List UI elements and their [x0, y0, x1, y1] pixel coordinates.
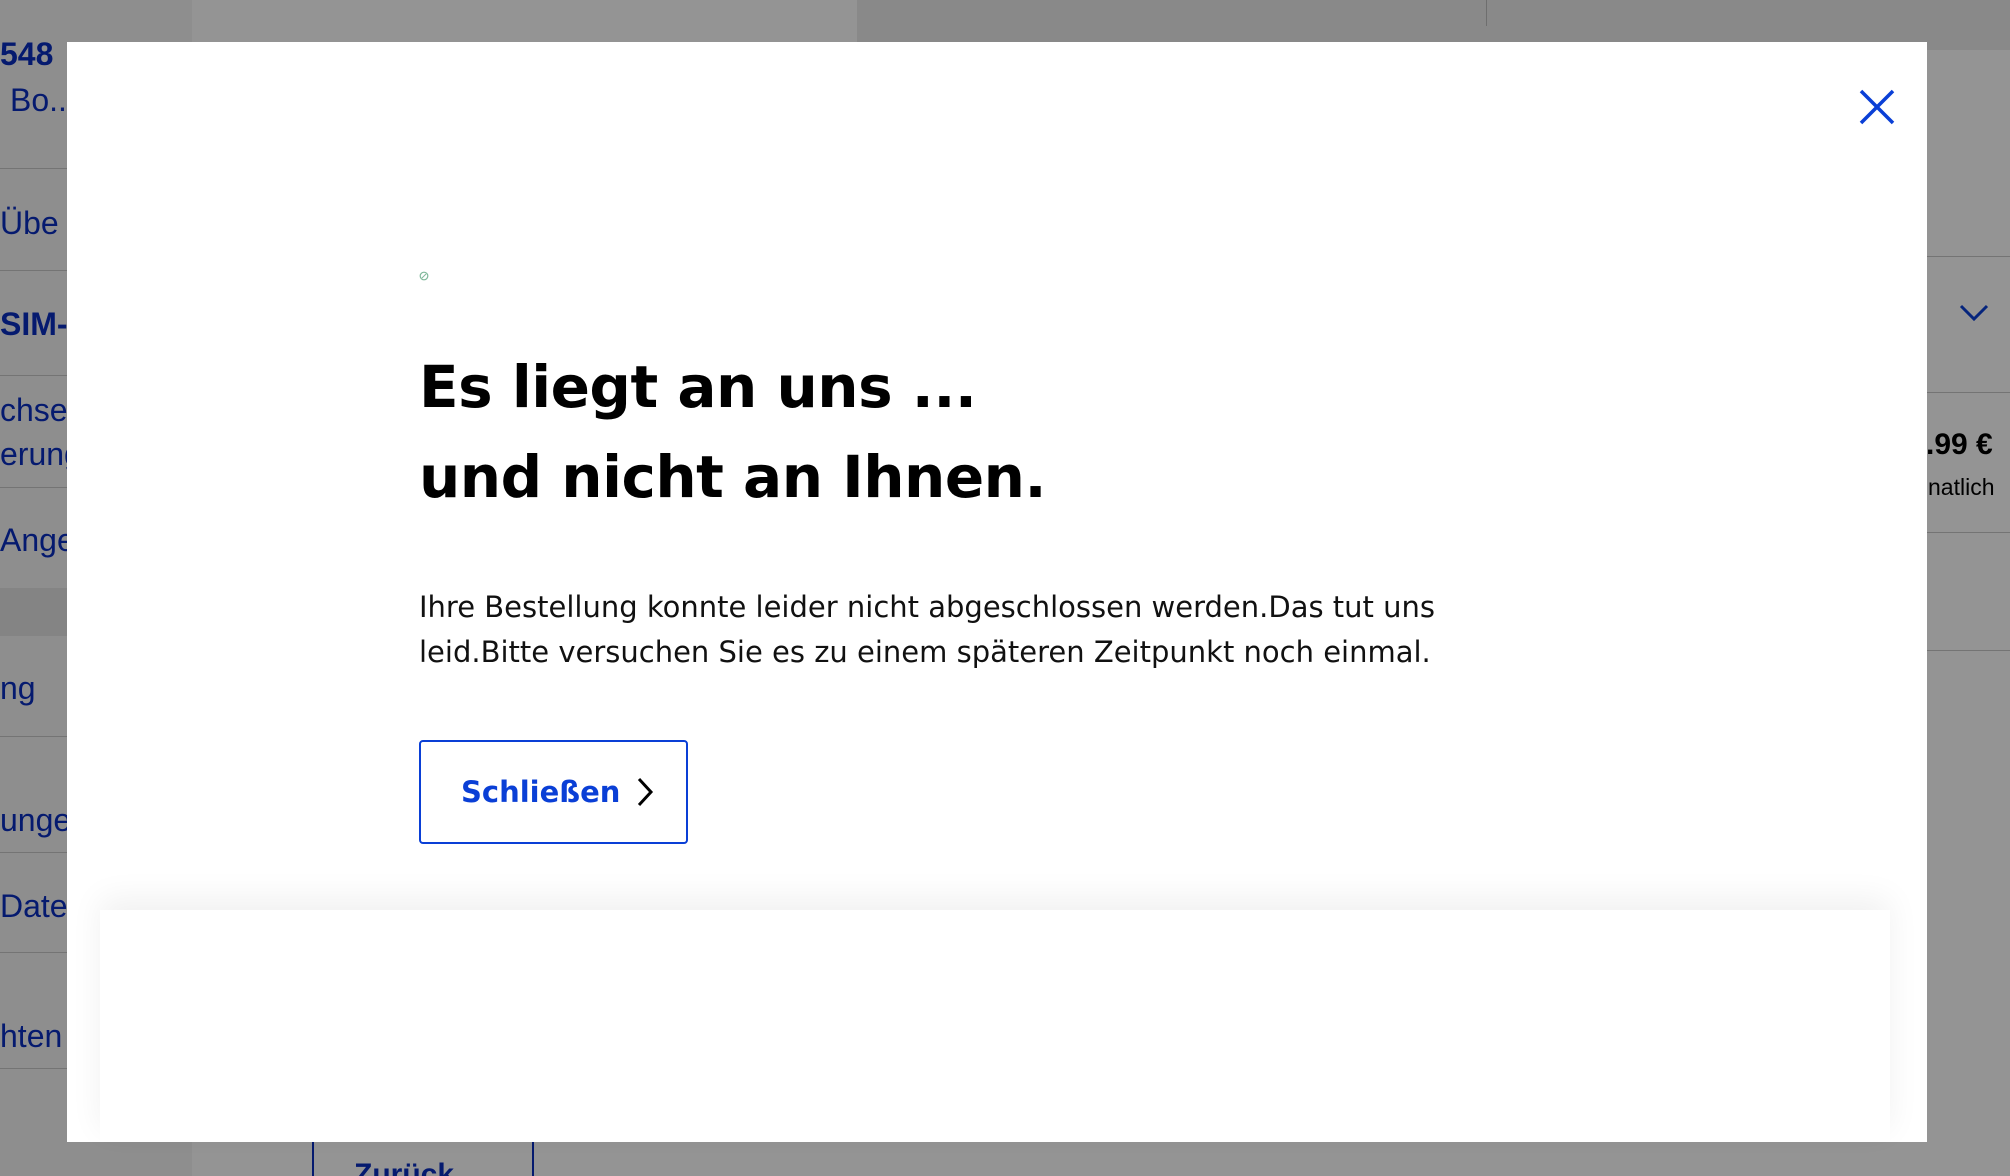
error-message: Ihre Bestellung konnte leider nicht abge…: [419, 590, 1436, 669]
error-dialog: Es liegt an uns ... und nicht an Ihnen. …: [67, 42, 1927, 1142]
headline-line-1: Es liegt an uns ...: [419, 353, 977, 421]
dialog-headline: Es liegt an uns ... und nicht an Ihnen.: [419, 342, 1047, 522]
close-button-label: Schließen: [461, 775, 621, 809]
screen: 548 Bo... Übe SIM-I chsel erung Angel ng…: [0, 0, 2010, 1176]
chevron-right-icon: [638, 777, 654, 807]
headline-line-2: und nicht an Ihnen.: [419, 443, 1047, 511]
close-button[interactable]: Schließen: [419, 740, 688, 844]
dialog-footer: [100, 910, 1890, 1142]
close-icon[interactable]: [1847, 77, 1907, 137]
status-icon: [419, 271, 429, 281]
